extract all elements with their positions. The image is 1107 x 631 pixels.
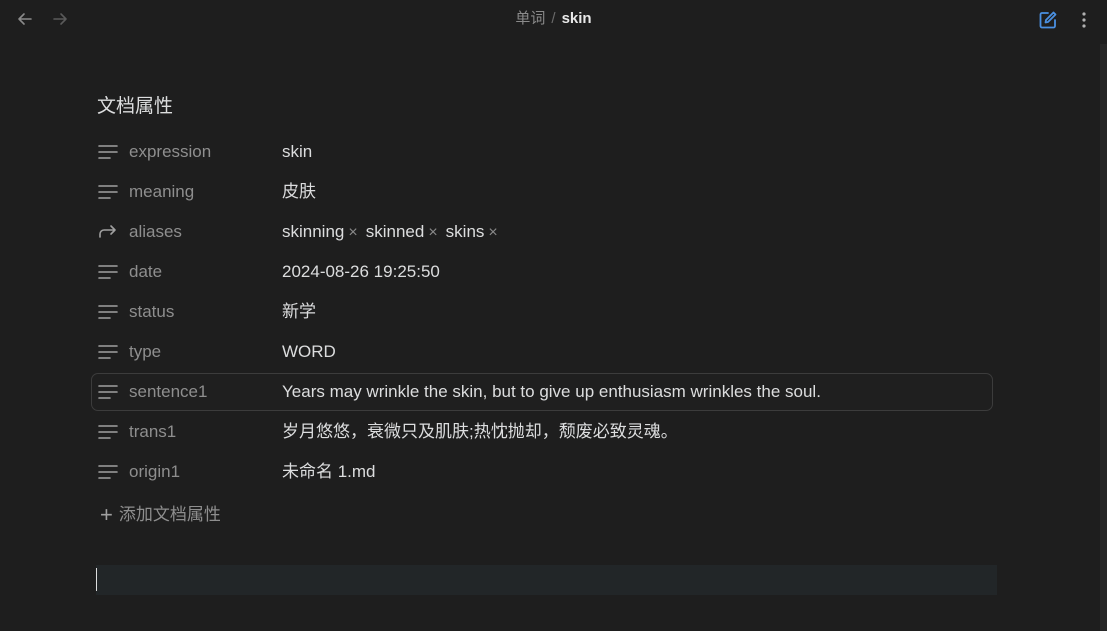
scrollbar[interactable] [1100, 44, 1107, 631]
property-row-expression[interactable]: expression skin [91, 134, 993, 170]
more-vertical-icon [1082, 12, 1086, 28]
property-value[interactable]: 2024-08-26 19:25:50 [282, 261, 440, 283]
add-property-button[interactable]: + 添加文档属性 [100, 504, 221, 526]
plus-icon: + [100, 502, 113, 527]
alias-pill[interactable]: skins × [446, 221, 498, 244]
property-value[interactable]: skin [282, 141, 312, 163]
property-row-status[interactable]: status 新学 [91, 294, 993, 330]
property-value[interactable]: 岁月悠悠，衰微只及肌肤;热忱抛却，颓废必致灵魂。 [282, 421, 678, 443]
property-value[interactable]: 未命名 1.md [282, 461, 376, 483]
breadcrumb-separator: / [551, 10, 556, 27]
property-value[interactable]: 新学 [282, 301, 316, 323]
text-lines-icon[interactable] [98, 263, 118, 281]
title-bar: 单词 / skin [0, 0, 1107, 40]
property-row-trans1[interactable]: trans1 岁月悠悠，衰微只及肌肤;热忱抛却，颓废必致灵魂。 [91, 414, 993, 450]
text-lines-icon[interactable] [98, 303, 118, 321]
text-lines-icon[interactable] [98, 423, 118, 441]
property-key[interactable]: trans1 [129, 421, 176, 443]
property-value[interactable]: WORD [282, 341, 336, 363]
breadcrumb-file-title[interactable]: skin [562, 10, 592, 27]
alias-pill-label: skinned [365, 222, 425, 241]
property-key[interactable]: status [129, 301, 174, 323]
text-lines-icon[interactable] [98, 343, 118, 361]
property-value[interactable]: 皮肤 [282, 181, 316, 203]
remove-alias-icon[interactable]: × [488, 224, 497, 241]
property-key[interactable]: meaning [129, 181, 194, 203]
edit-pencil-icon [1039, 11, 1057, 29]
properties-heading[interactable]: 文档属性 [97, 95, 173, 119]
breadcrumb-folder[interactable]: 单词 [515, 10, 545, 27]
property-row-type[interactable]: type WORD [91, 334, 993, 370]
property-key[interactable]: type [129, 341, 161, 363]
property-row-sentence1[interactable]: sentence1 Years may wrinkle the skin, bu… [91, 373, 993, 411]
alias-pill[interactable]: skinned × [366, 221, 438, 244]
remove-alias-icon[interactable]: × [348, 224, 357, 241]
property-key[interactable]: expression [129, 141, 211, 163]
alias-pill-list: skinning × skinned × skins × [282, 221, 506, 244]
alias-pill-label: skinning [282, 222, 345, 241]
edit-mode-button[interactable] [1037, 9, 1059, 31]
property-key[interactable]: origin1 [129, 461, 180, 483]
property-key[interactable]: date [129, 261, 162, 283]
alias-pill-label: skins [445, 222, 485, 241]
text-cursor [96, 568, 97, 591]
breadcrumb: 单词 / skin [0, 9, 1107, 29]
property-row-aliases[interactable]: aliases skinning × skinned × skins × [91, 214, 993, 250]
property-value[interactable]: Years may wrinkle the skin, but to give … [282, 381, 821, 403]
alias-pill[interactable]: skinning × [282, 221, 358, 244]
forward-arrow-icon[interactable] [98, 223, 118, 241]
property-key[interactable]: sentence1 [129, 381, 207, 403]
editor-active-line[interactable] [96, 565, 997, 595]
text-lines-icon[interactable] [98, 183, 118, 201]
property-row-date[interactable]: date 2024-08-26 19:25:50 [91, 254, 993, 290]
text-lines-icon[interactable] [98, 383, 118, 401]
property-key[interactable]: aliases [129, 221, 182, 243]
more-options-button[interactable] [1076, 9, 1092, 31]
property-row-meaning[interactable]: meaning 皮肤 [91, 174, 993, 210]
text-lines-icon[interactable] [98, 463, 118, 481]
property-row-origin1[interactable]: origin1 未命名 1.md [91, 454, 993, 490]
text-lines-icon[interactable] [98, 143, 118, 161]
add-property-label: 添加文档属性 [118, 505, 221, 524]
remove-alias-icon[interactable]: × [428, 224, 437, 241]
